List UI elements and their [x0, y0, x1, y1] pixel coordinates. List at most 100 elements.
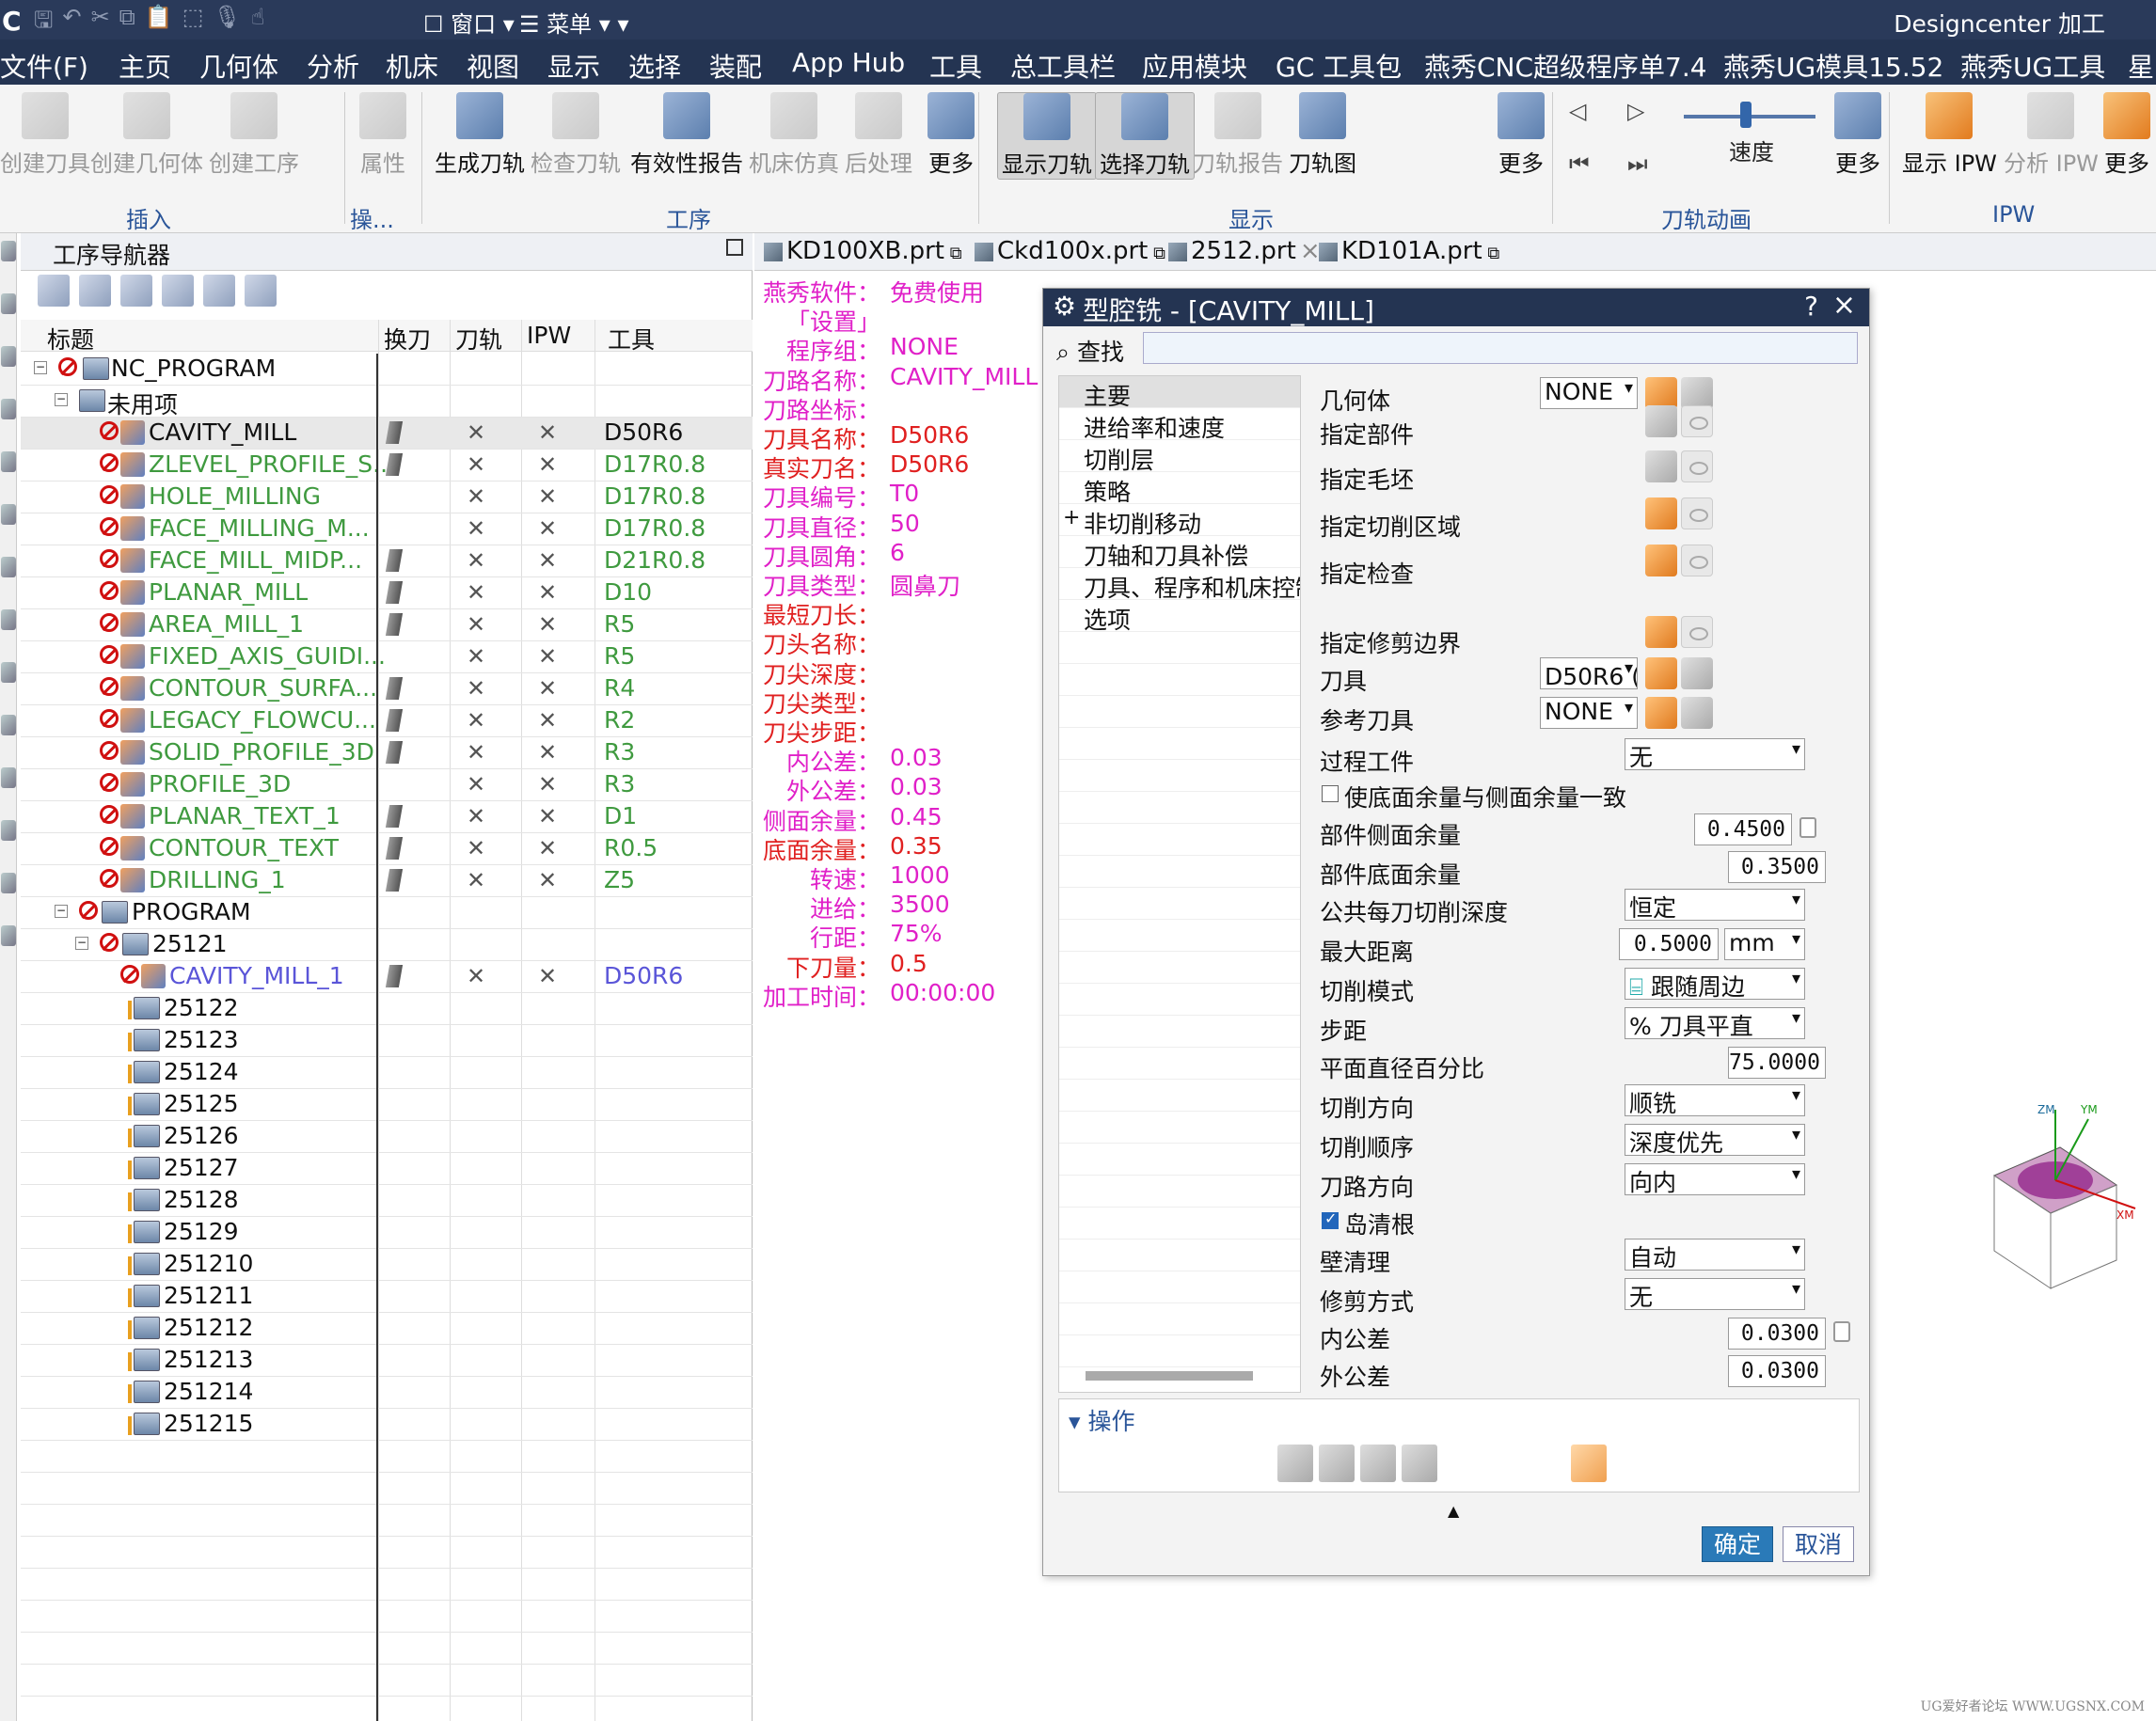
folder-row[interactable]: 25124 — [21, 1057, 753, 1089]
folder-row[interactable]: 25129 — [21, 1217, 753, 1249]
ribbon-button[interactable]: 刀轨报告 — [1193, 92, 1283, 178]
expand-toggle-icon[interactable]: − — [55, 393, 68, 406]
rewind-icon[interactable]: ◁ — [1569, 98, 1586, 124]
resource-bar-icon[interactable] — [1, 241, 16, 261]
dialog-tree-item[interactable]: 刀轴和刀具补偿 — [1059, 536, 1300, 568]
ribbon-button[interactable]: 生成刀轨 — [435, 92, 525, 178]
external-link-icon[interactable]: ⧉ — [1148, 244, 1165, 263]
menu-item[interactable]: 选择 — [628, 47, 681, 85]
operation-row[interactable]: PLANAR_MILL ✕ ✕ D10 — [21, 577, 753, 609]
dropdown-unit[interactable]: mm ▾ — [1724, 928, 1805, 960]
display-eye-icon[interactable] — [1681, 545, 1713, 576]
file-tab[interactable]: KD100XB.prt ⧉ — [764, 237, 962, 265]
undo-icon[interactable]: ↶ — [62, 4, 81, 42]
column-header[interactable]: 工具 — [608, 322, 655, 355]
display-eye-icon[interactable] — [1681, 405, 1713, 437]
menu-item[interactable]: 工具 — [929, 47, 982, 85]
display-eye-icon[interactable] — [1681, 450, 1713, 482]
dialog-tree-item[interactable]: 选项 — [1059, 600, 1300, 632]
folder-row[interactable]: 25127 — [21, 1153, 753, 1185]
add-icon[interactable] — [203, 275, 235, 307]
ribbon-button[interactable]: 更多 — [1834, 92, 1881, 178]
ribbon-button[interactable]: 创建刀具 — [0, 92, 90, 178]
menu-item[interactable]: 燕秀CNC超级程序单7.4 — [1424, 47, 1707, 85]
specify-trim-icon[interactable] — [1645, 616, 1677, 648]
replay-icon[interactable] — [1319, 1445, 1355, 1482]
dialog-tree-item[interactable]: + 非切削移动 — [1059, 504, 1300, 536]
window-menu[interactable]: ☐ 窗口 ▾ — [423, 6, 515, 39]
uniform-stock-checkbox[interactable] — [1322, 785, 1339, 802]
ribbon-button[interactable]: 更多 — [927, 92, 975, 178]
dialog-tree-item[interactable]: 切削层 — [1059, 440, 1300, 472]
resource-bar-icon[interactable] — [1, 293, 16, 314]
menu-item[interactable]: 主页 — [119, 47, 172, 89]
geometry-view-icon[interactable] — [120, 275, 152, 307]
folder-row[interactable]: 25128 — [21, 1185, 753, 1217]
ribbon-button[interactable]: 显示刀轨 — [997, 92, 1097, 180]
ribbon-button[interactable]: 刀轨图 — [1289, 92, 1356, 178]
resource-bar-icon[interactable] — [1, 767, 16, 788]
menu-item[interactable]: GC 工具包 — [1276, 47, 1402, 85]
operation-row[interactable]: FACE_MILL_MIDP... ✕ ✕ D21R0.8 — [21, 545, 753, 577]
dropdown-reftool[interactable]: NONE ▾ — [1540, 697, 1638, 729]
dialog-tree-item[interactable]: 进给率和速度 — [1059, 408, 1300, 440]
step-forward-icon[interactable]: ⏭ — [1627, 150, 1648, 177]
dropdown-wall[interactable]: 自动 ▾ — [1625, 1239, 1805, 1271]
folder-row[interactable]: 25123 — [21, 1025, 753, 1057]
new-geometry-icon[interactable] — [1645, 377, 1677, 409]
generate-toolpath-icon[interactable] — [1571, 1445, 1607, 1482]
menu-item[interactable]: 星 — [2128, 47, 2154, 85]
folder-row[interactable]: 25125 — [21, 1089, 753, 1121]
lock-icon[interactable] — [1833, 1321, 1850, 1342]
number-field-intol[interactable]: 0.0300 — [1728, 1318, 1826, 1350]
menu-item[interactable]: 燕秀UG工具 — [1960, 47, 2105, 85]
cancel-button[interactable]: 取消 — [1783, 1526, 1854, 1562]
ribbon-button[interactable]: 更多 — [1498, 92, 1545, 178]
touch-icon[interactable]: ☝ — [251, 4, 265, 42]
column-header[interactable]: 刀轨 — [455, 322, 502, 355]
paste-icon[interactable]: 📋 — [145, 4, 173, 42]
tab-close-icon[interactable]: × — [1300, 237, 1321, 265]
operation-row[interactable]: DRILLING_1 ✕ ✕ Z5 — [21, 865, 753, 897]
file-tab[interactable]: KD101A.prt ⧉ — [1319, 237, 1499, 265]
folder-row[interactable]: − PROGRAM — [21, 897, 753, 929]
edit-tool-icon[interactable] — [1681, 657, 1713, 689]
copy-icon[interactable]: ⧉ — [119, 4, 135, 42]
find-input[interactable] — [1143, 332, 1858, 364]
operation-row[interactable]: AREA_MILL_1 ✕ ✕ R5 — [21, 609, 753, 641]
expand-icon[interactable]: + — [1063, 506, 1080, 529]
resource-bar-icon[interactable] — [1, 504, 16, 525]
dropdown-depth[interactable]: 恒定 ▾ — [1625, 889, 1805, 921]
ribbon-button[interactable]: 创建工序 — [209, 92, 299, 178]
number-field-maxdist[interactable]: 0.5000 — [1619, 928, 1719, 960]
maximize-icon[interactable] — [726, 239, 743, 256]
operation-row[interactable]: CONTOUR_TEXT ✕ ✕ R0.5 — [21, 833, 753, 865]
menu-item[interactable]: 应用模块 — [1142, 47, 1247, 85]
resource-bar-icon[interactable] — [1, 925, 16, 946]
dialog-titlebar[interactable]: ⚙ 型腔铣 - [CAVITY_MILL] ? × — [1043, 289, 1869, 326]
cut-icon[interactable]: ✂ — [91, 4, 110, 42]
folder-row[interactable]: 251214 — [21, 1377, 753, 1409]
operations-header[interactable]: ▾ 操作 — [1069, 1403, 1135, 1437]
specify-blank-icon[interactable] — [1645, 450, 1677, 482]
folder-row[interactable]: 25126 — [21, 1121, 753, 1153]
resource-bar-icon[interactable] — [1, 820, 16, 841]
folder-row[interactable]: 251210 — [21, 1249, 753, 1281]
ribbon-button[interactable]: 属性 — [359, 92, 406, 178]
list-icon[interactable] — [1402, 1445, 1437, 1482]
folder-row[interactable]: − NC_PROGRAM — [21, 354, 753, 386]
external-link-icon[interactable]: ⧉ — [1482, 244, 1499, 263]
operation-row[interactable]: CAVITY_MILL ✕ ✕ D50R6 — [21, 418, 753, 450]
column-header[interactable]: IPW — [527, 322, 571, 349]
external-link-icon[interactable]: ⧉ — [944, 244, 962, 263]
island-cleanup-checkbox[interactable] — [1322, 1209, 1339, 1229]
operation-row[interactable]: ZLEVEL_PROFILE_S... ✕ ✕ D17R0.8 — [21, 450, 753, 482]
specify-cut-area-icon[interactable] — [1645, 497, 1677, 529]
menu-item[interactable]: 机床 — [386, 47, 438, 85]
menu-item[interactable]: 燕秀UG模具15.52 — [1723, 47, 1943, 85]
edit-ref-tool-icon[interactable] — [1681, 697, 1713, 729]
ribbon-button[interactable]: 显示 IPW — [1902, 92, 1997, 178]
resource-bar-icon[interactable] — [1, 451, 16, 472]
dialog-tree-item[interactable]: 主要 — [1059, 376, 1300, 408]
dropdown-order[interactable]: 深度优先 ▾ — [1625, 1124, 1805, 1156]
